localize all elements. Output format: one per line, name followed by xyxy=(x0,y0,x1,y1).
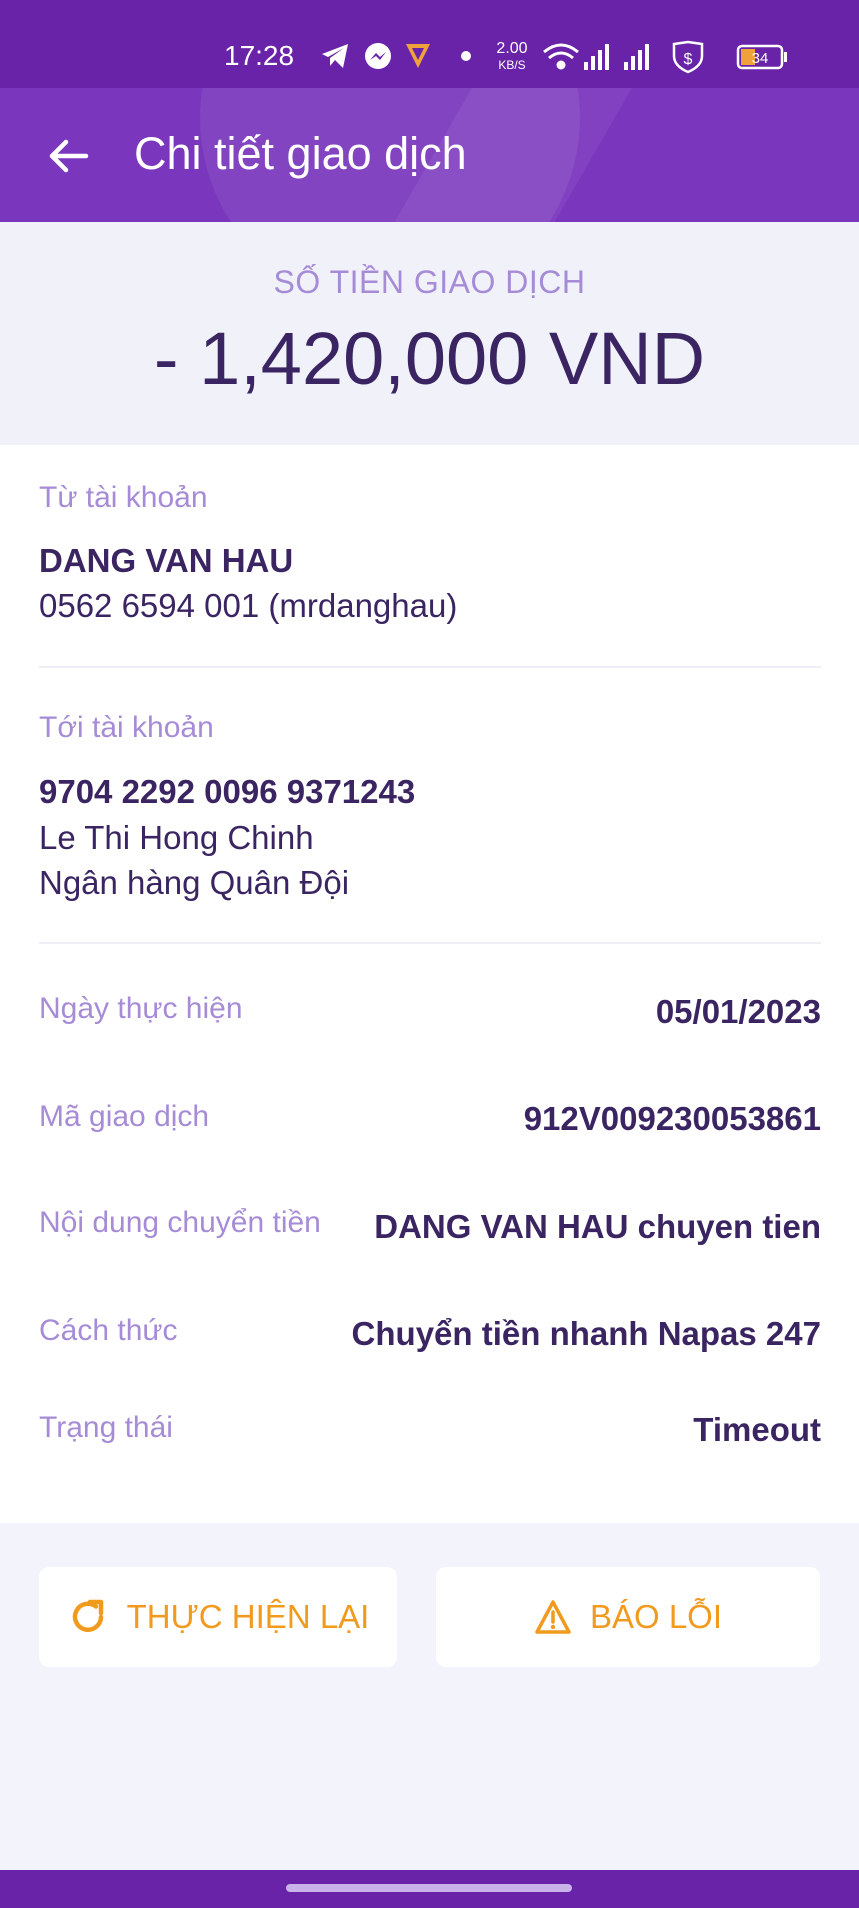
amount-label: SỐ TIỀN GIAO DỊCH xyxy=(273,264,586,300)
status-value: Timeout xyxy=(693,1411,821,1448)
divider xyxy=(39,666,821,668)
report-error-button-label: BÁO LỖI xyxy=(589,1598,723,1635)
navigation-bar xyxy=(0,1870,859,1908)
net-speed-unit: KB/S xyxy=(498,58,525,72)
status-icons: 2.00 KB/S $ 34 xyxy=(322,40,787,74)
shield-icon: $ xyxy=(672,40,704,74)
signal-2-icon xyxy=(624,44,649,70)
method-label: Cách thức xyxy=(39,1314,178,1347)
svg-text:$: $ xyxy=(684,51,693,68)
transaction-details: Từ tài khoản DANG VAN HAU 0562 6594 001 … xyxy=(0,445,859,1523)
amount-section: SỐ TIỀN GIAO DỊCH - 1,420,000 VND xyxy=(0,222,859,445)
retry-button-label: THỰC HIỆN LẠI xyxy=(126,1598,370,1635)
status-bar: 17:28 2.00 KB/S $ 34 xyxy=(0,0,859,88)
to-account-number: 9704 2292 0096 9371243 xyxy=(39,773,416,810)
to-account-label: Tới tài khoản xyxy=(39,711,214,744)
date-label: Ngày thực hiện xyxy=(39,992,243,1025)
from-account-number: 0562 6594 001 (mrdanghau) xyxy=(39,587,458,624)
report-error-button[interactable]: BÁO LỖI xyxy=(436,1567,820,1667)
battery-icon: 34 xyxy=(736,44,787,70)
app-header: Chi tiết giao dịch xyxy=(0,88,859,222)
status-label: Trạng thái xyxy=(39,1411,173,1444)
telegram-icon xyxy=(322,44,348,68)
home-indicator[interactable] xyxy=(286,1884,572,1892)
amount-value: - 1,420,000 VND xyxy=(153,317,706,400)
battery-level: 34 xyxy=(752,50,769,67)
page-title: Chi tiết giao dịch xyxy=(134,128,467,179)
transaction-id-value: 912V009230053861 xyxy=(523,1100,821,1137)
signal-1-icon xyxy=(584,44,609,70)
to-account-bank: Ngân hàng Quân Đội xyxy=(39,864,350,901)
refresh-icon xyxy=(72,1599,103,1632)
messenger-icon xyxy=(365,43,391,69)
retry-button[interactable]: THỰC HIỆN LẠI xyxy=(39,1567,397,1667)
date-value: 05/01/2023 xyxy=(655,993,821,1030)
transaction-id-label: Mã giao dịch xyxy=(39,1100,210,1133)
wifi-icon xyxy=(543,43,579,70)
from-account-name: DANG VAN HAU xyxy=(39,542,294,579)
net-speed-value: 2.00 xyxy=(496,40,527,57)
status-time: 17:28 xyxy=(224,40,295,71)
transfer-content-label: Nội dung chuyển tiền xyxy=(39,1206,321,1239)
to-account-name: Le Thi Hong Chinh xyxy=(39,819,314,856)
dot-icon xyxy=(461,51,471,61)
warning-icon xyxy=(535,1600,571,1634)
transfer-content-value: DANG VAN HAU chuyen tien xyxy=(374,1208,821,1245)
from-account-label: Từ tài khoản xyxy=(39,481,208,514)
back-arrow-icon[interactable] xyxy=(44,132,92,180)
divider xyxy=(39,942,821,944)
method-value: Chuyển tiền nhanh Napas 247 xyxy=(351,1315,821,1352)
app-notification-icon xyxy=(406,44,430,68)
